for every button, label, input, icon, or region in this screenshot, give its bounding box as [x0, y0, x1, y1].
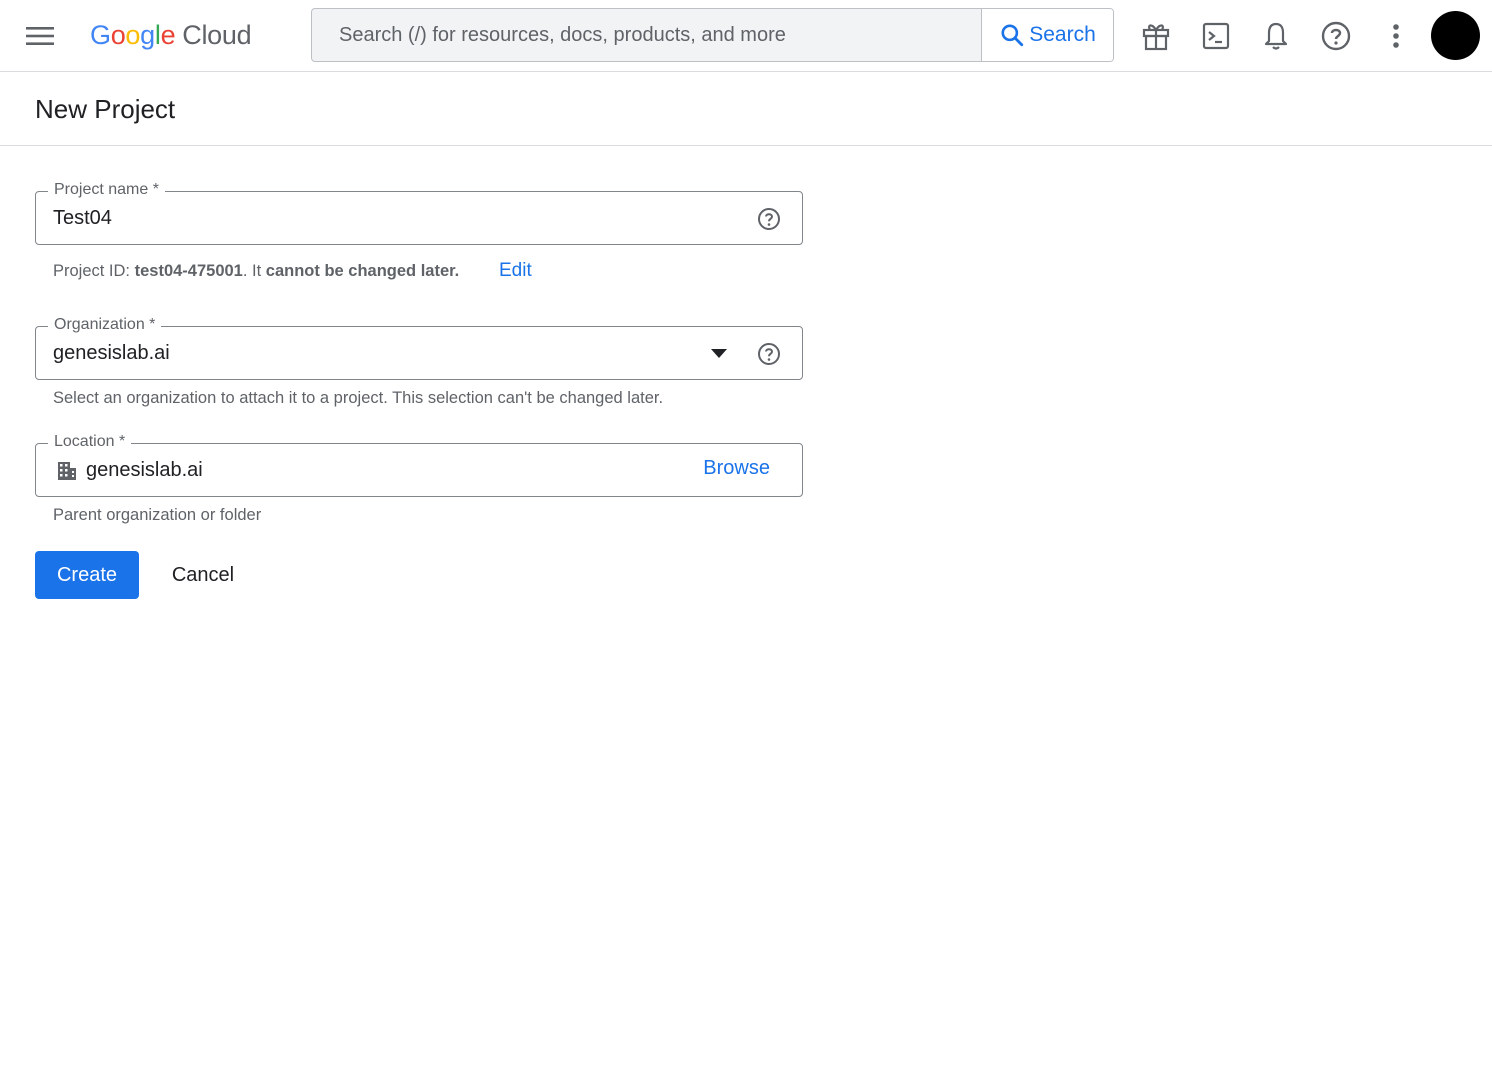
- more-vert-icon[interactable]: [1375, 15, 1417, 57]
- bell-icon[interactable]: [1255, 15, 1297, 57]
- project-id-prefix: Project ID:: [53, 262, 135, 280]
- project-name-label: Project name *: [48, 180, 165, 200]
- edit-project-id-link[interactable]: Edit: [499, 260, 532, 282]
- organization-select[interactable]: Organization * genesislab.ai: [35, 315, 803, 380]
- location-hint: Parent organization or folder: [53, 506, 262, 524]
- organization-help-icon[interactable]: [756, 341, 782, 367]
- search-bar: Search: [311, 8, 1114, 62]
- google-cloud-logo[interactable]: Google Cloud: [90, 17, 252, 53]
- gift-icon[interactable]: [1135, 15, 1177, 57]
- building-icon: [58, 462, 76, 480]
- location-field: Location * genesislab.ai Browse: [35, 432, 803, 497]
- location-label: Location *: [48, 432, 132, 452]
- browse-button[interactable]: Browse: [703, 457, 770, 480]
- location-value: genesislab.ai: [86, 459, 203, 481]
- project-name-value[interactable]: Test04: [53, 206, 112, 230]
- search-button-label: Search: [1029, 23, 1096, 46]
- dropdown-arrow-icon[interactable]: [711, 349, 727, 358]
- help-icon[interactable]: [1315, 15, 1357, 57]
- project-name-field[interactable]: Project name * Test04: [35, 180, 803, 245]
- terminal-icon[interactable]: [1195, 15, 1237, 57]
- page-header: New Project: [0, 72, 1492, 146]
- top-bar: Google Cloud Search: [0, 0, 1492, 72]
- cancel-button[interactable]: Cancel: [154, 551, 252, 599]
- create-button[interactable]: Create: [35, 551, 139, 599]
- avatar[interactable]: [1431, 11, 1480, 60]
- organization-label: Organization *: [48, 315, 162, 335]
- project-id-hint: Project ID: test04-475001. It cannot be …: [53, 261, 459, 281]
- logo-google-wordmark: Google: [90, 19, 176, 50]
- organization-hint: Select an organization to attach it to a…: [53, 389, 664, 407]
- project-id-middle: . It: [242, 262, 266, 280]
- project-id-value: test04-475001: [134, 262, 243, 280]
- page-title: New Project: [35, 94, 176, 124]
- project-name-help-icon[interactable]: [756, 206, 782, 232]
- organization-value: genesislab.ai: [53, 342, 170, 364]
- search-input[interactable]: [312, 9, 981, 61]
- search-icon: [1001, 24, 1024, 47]
- search-button[interactable]: Search: [981, 9, 1113, 61]
- logo-cloud-text: Cloud: [182, 19, 252, 50]
- project-id-suffix: cannot be changed later.: [265, 262, 460, 280]
- menu-icon[interactable]: [20, 16, 60, 56]
